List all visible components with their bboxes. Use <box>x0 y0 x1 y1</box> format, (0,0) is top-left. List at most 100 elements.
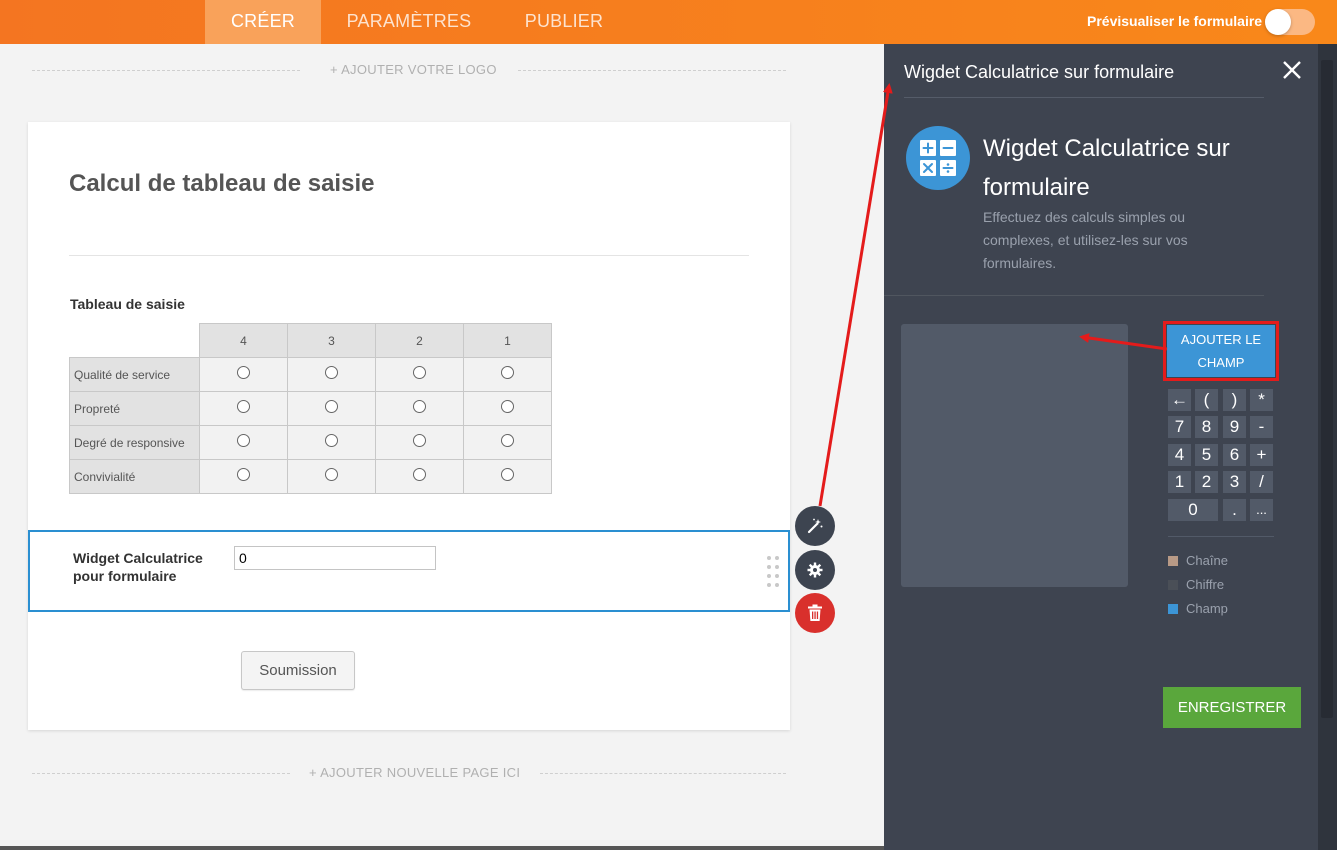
legend-label: Chaîne <box>1186 553 1228 568</box>
drag-handle-icon[interactable] <box>767 556 781 588</box>
radio-button[interactable] <box>413 365 426 379</box>
matrix-label: Tableau de saisie <box>70 296 185 312</box>
matrix-cell <box>199 425 288 460</box>
legend-label: Chiffre <box>1186 577 1225 592</box>
tab-creer[interactable]: CRÉER <box>205 0 321 44</box>
radio-button[interactable] <box>237 399 250 413</box>
preview-toggle[interactable] <box>1265 9 1315 35</box>
key-9[interactable]: 9 <box>1223 416 1246 438</box>
radio-button[interactable] <box>501 399 514 413</box>
key-8[interactable]: 8 <box>1195 416 1218 438</box>
matrix-row-label: Convivialité <box>69 459 200 494</box>
key-multiply[interactable]: * <box>1250 389 1273 411</box>
radio-button[interactable] <box>325 399 338 413</box>
matrix-row: Propreté <box>69 391 552 426</box>
tab-parametres[interactable]: PARAMÈTRES <box>332 0 486 44</box>
form-divider <box>69 255 749 256</box>
widget-value-input[interactable] <box>234 546 436 570</box>
divider <box>32 773 290 774</box>
arrow-to-panel-title <box>818 83 893 507</box>
radio-button[interactable] <box>325 365 338 379</box>
legend-label: Champ <box>1186 601 1228 616</box>
matrix-col-header: 2 <box>375 323 464 358</box>
settings-button[interactable] <box>795 550 835 590</box>
widget-description: Effectuez des calculs simples ou complex… <box>983 209 1188 271</box>
trash-icon <box>808 604 822 621</box>
legend-swatch <box>1168 556 1178 566</box>
wand-button[interactable] <box>795 506 835 546</box>
divider <box>518 70 786 71</box>
key-6[interactable]: 6 <box>1223 444 1246 466</box>
matrix-cell <box>463 459 552 494</box>
widget-field-label: Widget Calculatrice pour formulaire <box>73 550 203 584</box>
legend-swatch <box>1168 580 1178 590</box>
submit-button[interactable]: Soumission <box>241 651 355 690</box>
matrix-cell <box>375 357 464 392</box>
divider <box>540 773 786 774</box>
matrix-row: Qualité de service <box>69 357 552 392</box>
matrix-cell <box>199 357 288 392</box>
gear-icon <box>807 562 823 578</box>
radio-button[interactable] <box>237 467 250 481</box>
key-divide[interactable]: / <box>1250 471 1273 493</box>
matrix-cell <box>463 357 552 392</box>
radio-button[interactable] <box>501 467 514 481</box>
add-page-link[interactable]: + AJOUTER NOUVELLE PAGE ICI <box>309 765 520 780</box>
panel-separator <box>904 97 1264 98</box>
radio-button[interactable] <box>237 365 250 379</box>
radio-button[interactable] <box>413 399 426 413</box>
key-1[interactable]: 1 <box>1168 471 1191 493</box>
key-more[interactable]: ... <box>1250 499 1273 521</box>
key-3[interactable]: 3 <box>1223 471 1246 493</box>
radio-button[interactable] <box>325 433 338 447</box>
close-button[interactable] <box>1280 58 1304 82</box>
legend-swatch <box>1168 604 1178 614</box>
matrix-cell <box>287 425 376 460</box>
form-title[interactable]: Calcul de tableau de saisie <box>69 170 374 198</box>
key-open-paren[interactable]: ( <box>1195 389 1218 411</box>
delete-button[interactable] <box>795 593 835 633</box>
tab-publier[interactable]: PUBLIER <box>510 0 618 44</box>
key-4[interactable]: 4 <box>1168 444 1191 466</box>
key-0[interactable]: 0 <box>1168 499 1218 521</box>
form-card: Calcul de tableau de saisie Tableau de s… <box>28 122 790 730</box>
legend-item: Champ <box>1168 601 1228 616</box>
add-field-button[interactable]: AJOUTER LE CHAMP <box>1167 325 1275 377</box>
radio-button[interactable] <box>413 467 426 481</box>
calculator-widget-field[interactable]: Widget Calculatrice pour formulaire <box>28 530 790 612</box>
panel-scrollbar-thumb[interactable] <box>1321 60 1333 718</box>
matrix-row-label: Degré de responsive <box>69 425 200 460</box>
widget-heading: Wigdet Calculatrice sur formulaire <box>983 135 1230 201</box>
key-5[interactable]: 5 <box>1195 444 1218 466</box>
matrix-row-label: Propreté <box>69 391 200 426</box>
radio-button[interactable] <box>237 433 250 447</box>
key-minus[interactable]: - <box>1250 416 1273 438</box>
matrix-cell <box>287 459 376 494</box>
matrix-cell <box>375 459 464 494</box>
matrix-cell <box>375 391 464 426</box>
radio-button[interactable] <box>325 467 338 481</box>
radio-button[interactable] <box>501 365 514 379</box>
legend-item: Chiffre <box>1168 577 1224 592</box>
matrix-cell <box>287 391 376 426</box>
key-decimal[interactable]: . <box>1223 499 1246 521</box>
divider <box>32 70 300 71</box>
radio-button[interactable] <box>413 433 426 447</box>
panel-separator <box>884 295 1264 296</box>
save-button[interactable]: ENREGISTRER <box>1163 687 1301 728</box>
key-2[interactable]: 2 <box>1195 471 1218 493</box>
key-close-paren[interactable]: ) <box>1223 389 1246 411</box>
matrix-corner <box>70 324 200 358</box>
radio-button[interactable] <box>501 433 514 447</box>
widget-settings-panel: Wigdet Calculatrice sur formulaire Wigde… <box>884 44 1318 850</box>
matrix-cell <box>463 425 552 460</box>
keypad-separator <box>1168 536 1274 537</box>
add-logo-link[interactable]: + AJOUTER VOTRE LOGO <box>330 62 497 77</box>
matrix-header-row: 4 3 2 1 <box>70 323 552 358</box>
key-backspace[interactable]: ← <box>1168 389 1191 411</box>
formula-editor[interactable] <box>901 324 1128 587</box>
key-plus[interactable]: + <box>1250 444 1273 466</box>
matrix-row: Convivialité <box>69 459 552 494</box>
matrix-cell <box>199 391 288 426</box>
key-7[interactable]: 7 <box>1168 416 1191 438</box>
